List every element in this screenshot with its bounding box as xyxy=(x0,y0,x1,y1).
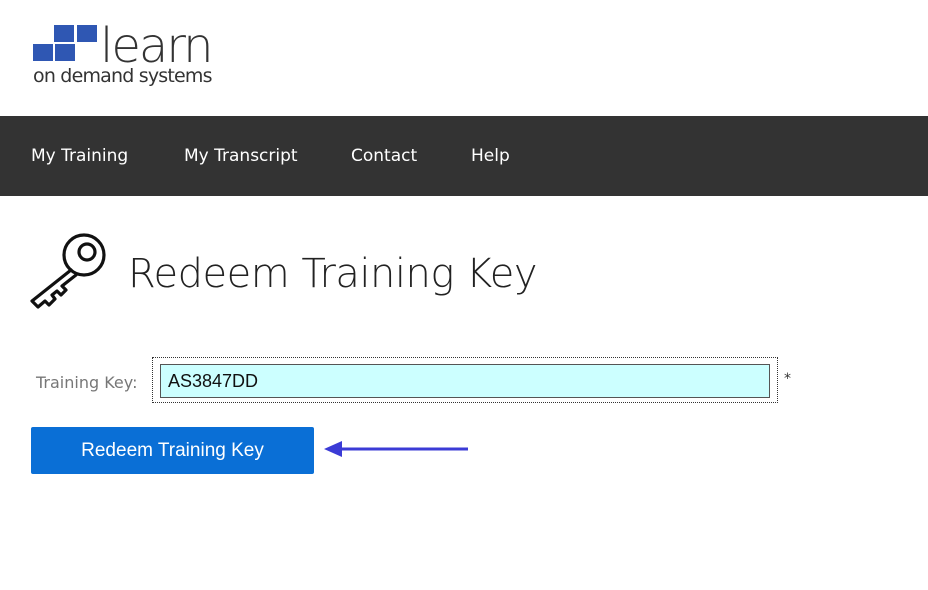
logo-squares-icon xyxy=(33,24,103,64)
main-nav: My Training My Transcript Contact Help xyxy=(0,116,928,196)
nav-item-contact[interactable]: Contact xyxy=(351,146,417,166)
brand-logo[interactable]: learn on demand systems xyxy=(33,18,233,94)
nav-item-my-training[interactable]: My Training xyxy=(31,146,128,166)
nav-item-my-transcript[interactable]: My Transcript xyxy=(184,146,298,166)
training-key-input[interactable] xyxy=(160,364,770,398)
training-key-label: Training Key: xyxy=(36,373,138,392)
redeem-training-key-button[interactable]: Redeem Training Key xyxy=(31,427,314,474)
key-icon xyxy=(30,233,106,309)
arrow-left-icon xyxy=(324,441,468,457)
training-key-focus-outline xyxy=(152,357,778,403)
logo-tagline: on demand systems xyxy=(33,65,213,87)
required-indicator: * xyxy=(784,371,791,387)
page-title: Redeem Training Key xyxy=(128,251,538,297)
nav-item-help[interactable]: Help xyxy=(471,146,510,166)
